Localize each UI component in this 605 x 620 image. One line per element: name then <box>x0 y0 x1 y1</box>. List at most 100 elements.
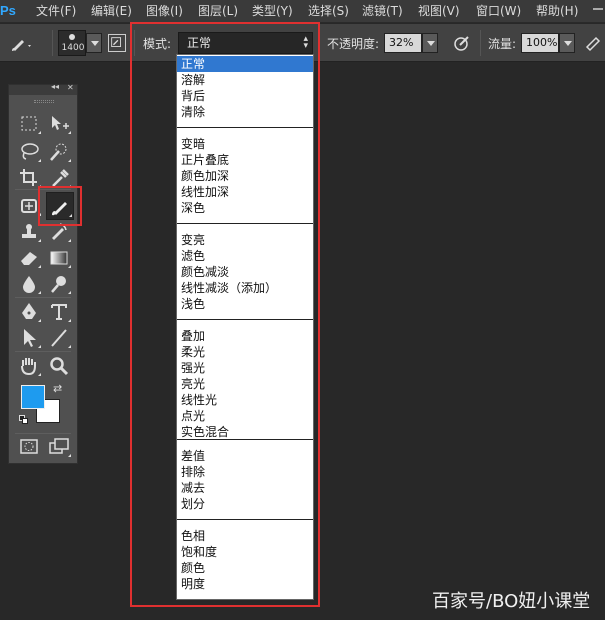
pressure-opacity-icon <box>454 36 469 51</box>
menu-edit[interactable]: 编辑(E) <box>91 3 132 19</box>
blend-mode-option[interactable]: 划分 <box>177 496 313 512</box>
menu-file[interactable]: 文件(F) <box>36 3 76 19</box>
type-t-icon <box>51 304 67 320</box>
brush-tool[interactable] <box>46 192 74 220</box>
blend-mode-option[interactable]: 色相 <box>177 528 313 544</box>
hand-icon <box>21 358 36 376</box>
blend-mode-option[interactable]: 清除 <box>177 104 313 120</box>
opacity-dropdown[interactable] <box>422 33 438 53</box>
blend-mode-option[interactable]: 线性减淡（添加） <box>177 280 313 296</box>
blend-mode-option[interactable]: 差值 <box>177 448 313 464</box>
line-tool[interactable] <box>46 326 72 350</box>
swap-colors-icon[interactable]: ⇄ <box>53 382 62 395</box>
blend-mode-option[interactable]: 颜色加深 <box>177 168 313 184</box>
eyedropper-tool[interactable] <box>46 166 72 190</box>
blend-mode-option[interactable]: 减去 <box>177 480 313 496</box>
move-tool[interactable] <box>46 112 72 136</box>
pressure-opacity-toggle[interactable] <box>452 33 472 53</box>
menu-layer[interactable]: 图层(L) <box>198 3 238 19</box>
blend-mode-option[interactable]: 点光 <box>177 408 313 424</box>
blend-mode-option[interactable]: 浅色 <box>177 296 313 312</box>
tool-preset-picker[interactable] <box>8 31 34 55</box>
blur-tool[interactable] <box>16 272 42 296</box>
clone-stamp-tool[interactable] <box>16 220 42 244</box>
brush-panel-icon <box>111 37 121 47</box>
mode-list-separator <box>177 319 313 320</box>
photoshop-logo: Ps <box>0 3 16 18</box>
quick-mask-icon <box>20 439 38 454</box>
airbrush-icon <box>585 36 601 52</box>
collapse-icon[interactable]: ◂◂ <box>51 82 59 91</box>
airbrush-toggle[interactable] <box>584 33 604 53</box>
blend-mode-option[interactable]: 颜色 <box>177 560 313 576</box>
blend-mode-option[interactable]: 饱和度 <box>177 544 313 560</box>
eraser-icon <box>21 252 37 265</box>
blend-mode-option[interactable]: 排除 <box>177 464 313 480</box>
mode-list-separator <box>177 519 313 520</box>
pen-tool[interactable] <box>16 300 42 324</box>
menu-window[interactable]: 窗口(W) <box>476 3 521 19</box>
brush-tip-preview <box>69 34 75 40</box>
dodge-tool[interactable] <box>46 272 72 296</box>
opacity-input[interactable]: 32% <box>384 33 422 53</box>
blend-mode-option[interactable]: 明度 <box>177 576 313 592</box>
hand-tool[interactable] <box>16 354 42 378</box>
foreground-color-swatch[interactable] <box>21 385 45 409</box>
spot-healing-brush-tool[interactable] <box>16 194 42 218</box>
line-icon <box>51 329 67 347</box>
menu-view[interactable]: 视图(V) <box>418 3 460 19</box>
mode-label: 模式: <box>143 37 172 51</box>
zoom-tool[interactable] <box>46 354 72 378</box>
blend-mode-option[interactable]: 变亮 <box>177 232 313 248</box>
mode-select[interactable]: 正常 ▴ ▾ <box>178 32 313 54</box>
history-brush-icon <box>52 223 67 240</box>
blend-mode-option[interactable]: 柔光 <box>177 344 313 360</box>
blend-mode-option[interactable]: 线性加深 <box>177 184 313 200</box>
eraser-tool[interactable] <box>16 246 42 270</box>
blend-mode-option[interactable]: 叠加 <box>177 328 313 344</box>
rectangular-marquee-tool[interactable] <box>16 112 42 136</box>
quick-mask-button[interactable] <box>16 435 42 459</box>
blend-mode-option[interactable]: 深色 <box>177 200 313 216</box>
menu-type[interactable]: 类型(Y) <box>252 3 293 19</box>
blend-mode-option[interactable]: 滤色 <box>177 248 313 264</box>
blend-mode-option[interactable]: 背后 <box>177 88 313 104</box>
quick-selection-tool[interactable] <box>46 140 72 164</box>
pen-icon <box>22 303 36 319</box>
history-brush-tool[interactable] <box>46 220 72 244</box>
menu-select[interactable]: 选择(S) <box>308 3 349 19</box>
flow-dropdown[interactable] <box>559 33 575 53</box>
lasso-tool[interactable] <box>16 140 42 164</box>
menu-help[interactable]: 帮助(H) <box>536 3 578 19</box>
menu-filter[interactable]: 滤镜(T) <box>362 3 403 19</box>
mode-list-separator <box>177 127 313 128</box>
blend-mode-option[interactable]: 亮光 <box>177 376 313 392</box>
flow-input[interactable]: 100% <box>521 33 559 53</box>
blend-mode-option[interactable]: 溶解 <box>177 72 313 88</box>
brush-size-picker[interactable]: 1400 <box>58 30 86 56</box>
screen-mode-button[interactable] <box>46 435 72 459</box>
menu-image[interactable]: 图像(I) <box>146 3 183 19</box>
type-tool[interactable] <box>46 300 72 324</box>
brush-size-dropdown[interactable] <box>86 33 102 53</box>
quick-selection-icon <box>50 143 67 161</box>
gradient-tool[interactable] <box>46 246 72 270</box>
blend-mode-option[interactable]: 变暗 <box>177 136 313 152</box>
mode-select-value: 正常 <box>187 36 212 50</box>
path-selection-tool[interactable] <box>16 326 42 350</box>
flow-label: 流量: <box>488 37 517 51</box>
minimize-icon[interactable] <box>593 8 603 10</box>
blend-mode-option[interactable]: 颜色减淡 <box>177 264 313 280</box>
brush-panel-toggle[interactable] <box>108 34 126 52</box>
blend-mode-option[interactable]: 线性光 <box>177 392 313 408</box>
default-colors-icon[interactable] <box>19 415 29 425</box>
blend-mode-option[interactable]: 正常 <box>177 56 313 72</box>
close-icon[interactable]: ✕ <box>67 83 74 92</box>
blend-mode-option[interactable]: 实色混合 <box>177 424 313 440</box>
tools-panel-grip[interactable] <box>34 100 54 103</box>
blend-mode-option[interactable]: 强光 <box>177 360 313 376</box>
crop-tool[interactable] <box>16 166 42 190</box>
mode-list-separator <box>177 223 313 224</box>
blend-mode-option[interactable]: 正片叠底 <box>177 152 313 168</box>
lasso-icon <box>21 143 39 160</box>
